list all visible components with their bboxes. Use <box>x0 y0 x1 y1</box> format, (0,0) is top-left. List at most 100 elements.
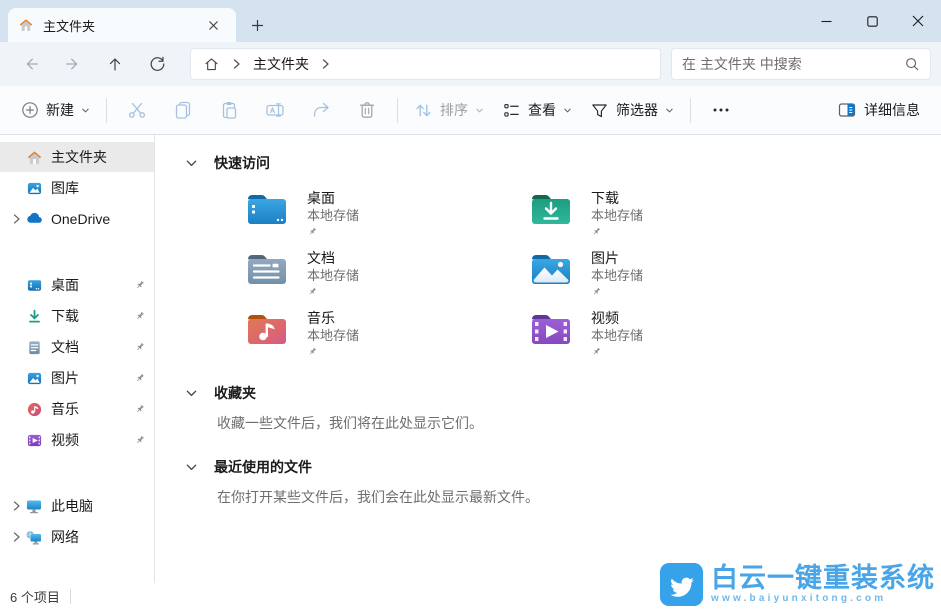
minimize-button[interactable] <box>803 0 849 42</box>
rename-button[interactable] <box>252 93 298 127</box>
tab-title: 主文件夹 <box>43 16 95 35</box>
quick-access-item-documents[interactable]: 文档 本地存储 <box>245 249 529 309</box>
desktop-icon <box>24 277 44 294</box>
collapse-chevron-icon <box>185 387 198 400</box>
watermark-url: www.baiyunxitong.com <box>711 593 886 605</box>
chevron-down-icon <box>475 106 484 115</box>
sidebar-group-gap <box>0 456 154 490</box>
home-icon <box>203 56 220 73</box>
item-name: 文档 <box>307 249 359 267</box>
maximize-button[interactable] <box>849 0 895 42</box>
new-button[interactable]: 新建 <box>12 93 99 127</box>
pin-icon <box>307 226 318 237</box>
sidebar-item-network[interactable]: 网络 <box>0 522 154 552</box>
sidebar-item-downloads[interactable]: 下载 <box>0 301 154 331</box>
quick-access-item-music[interactable]: 音乐 本地存储 <box>245 309 529 369</box>
close-button[interactable] <box>895 0 941 42</box>
pin-icon <box>134 434 146 446</box>
chevron-down-icon <box>665 106 674 115</box>
tab-close-button[interactable] <box>200 13 226 37</box>
item-storage: 本地存储 <box>307 327 359 344</box>
address-bar[interactable]: 主文件夹 <box>190 48 661 80</box>
desktop-folder-icon <box>245 190 289 233</box>
pin-icon <box>134 403 146 415</box>
onedrive-icon <box>24 210 44 228</box>
expand-chevron-icon[interactable] <box>8 500 24 512</box>
cut-button[interactable] <box>114 93 160 127</box>
toolbar-separator <box>397 98 398 123</box>
quick-access-item-desktop[interactable]: 桌面 本地存储 <box>245 189 529 249</box>
view-icon <box>502 101 521 120</box>
quick-access-item-videos[interactable]: 视频 本地存储 <box>529 309 813 369</box>
expand-chevron-icon[interactable] <box>8 213 24 225</box>
this-pc-icon <box>24 497 44 515</box>
filter-button[interactable]: 筛选器 <box>581 93 683 127</box>
sidebar-item-desktop[interactable]: 桌面 <box>0 270 154 300</box>
sidebar-group-gap <box>0 235 154 269</box>
filter-icon <box>590 101 609 120</box>
watermark-bird-icon <box>660 563 703 606</box>
refresh-button[interactable] <box>136 46 178 82</box>
sidebar-item-onedrive[interactable]: OneDrive <box>0 204 154 234</box>
network-icon <box>24 528 44 546</box>
search-box[interactable] <box>671 48 931 80</box>
item-storage: 本地存储 <box>591 207 643 224</box>
toolbar-separator <box>106 98 107 123</box>
documents-icon <box>24 339 44 356</box>
paste-icon <box>219 100 239 120</box>
rename-icon <box>265 100 285 120</box>
section-favorites-header[interactable]: 收藏夹 <box>185 379 941 407</box>
quick-access-item-pictures[interactable]: 图片 本地存储 <box>529 249 813 309</box>
sidebar-item-videos[interactable]: 视频 <box>0 425 154 455</box>
cut-icon <box>127 100 147 120</box>
sidebar-item-music[interactable]: 音乐 <box>0 394 154 424</box>
sidebar-item-documents[interactable]: 文档 <box>0 332 154 362</box>
pictures-icon <box>24 370 44 387</box>
section-recent-header[interactable]: 最近使用的文件 <box>185 453 941 481</box>
tab-home[interactable]: 主文件夹 <box>8 8 236 42</box>
section-quick-access-header[interactable]: 快速访问 <box>185 149 941 177</box>
share-icon <box>311 100 331 120</box>
copy-icon <box>173 100 193 120</box>
pin-icon <box>591 226 602 237</box>
sort-button[interactable]: 排序 <box>405 93 493 127</box>
item-name: 视频 <box>591 309 643 327</box>
more-button[interactable] <box>698 93 744 127</box>
expand-chevron-icon[interactable] <box>8 531 24 543</box>
sidebar-item-gallery[interactable]: 图库 <box>0 173 154 203</box>
back-button[interactable] <box>10 46 52 82</box>
sidebar-item-this-pc[interactable]: 此电脑 <box>0 491 154 521</box>
chevron-down-icon <box>563 106 572 115</box>
pictures-folder-icon <box>529 250 573 293</box>
pin-icon <box>307 286 318 297</box>
file-explorer-window: 主文件夹 <box>0 0 941 610</box>
pin-icon <box>134 372 146 384</box>
copy-button[interactable] <box>160 93 206 127</box>
titlebar: 主文件夹 <box>0 0 941 42</box>
search-input[interactable] <box>682 56 904 72</box>
pin-icon <box>591 286 602 297</box>
collapse-chevron-icon <box>185 461 198 474</box>
details-button[interactable]: 详细信息 <box>828 93 929 127</box>
up-button[interactable] <box>94 46 136 82</box>
item-name: 音乐 <box>307 309 359 327</box>
item-storage: 本地存储 <box>307 267 359 284</box>
collapse-chevron-icon <box>185 157 198 170</box>
item-name: 下载 <box>591 189 643 207</box>
chevron-down-icon <box>81 106 90 115</box>
share-button[interactable] <box>298 93 344 127</box>
sidebar-item-home[interactable]: 主文件夹 <box>0 142 154 172</box>
new-tab-button[interactable] <box>240 10 274 40</box>
paste-button[interactable] <box>206 93 252 127</box>
view-button[interactable]: 查看 <box>493 93 581 127</box>
sidebar-item-pictures[interactable]: 图片 <box>0 363 154 393</box>
recent-empty-text: 在你打开某些文件后，我们会在此处显示最新文件。 <box>217 487 941 507</box>
breadcrumb-item[interactable]: 主文件夹 <box>253 54 309 74</box>
item-storage: 本地存储 <box>307 207 359 224</box>
delete-button[interactable] <box>344 93 390 127</box>
quick-access-item-downloads[interactable]: 下载 本地存储 <box>529 189 813 249</box>
item-storage: 本地存储 <box>591 327 643 344</box>
music-folder-icon <box>245 310 289 353</box>
forward-button[interactable] <box>52 46 94 82</box>
delete-icon <box>357 100 377 120</box>
